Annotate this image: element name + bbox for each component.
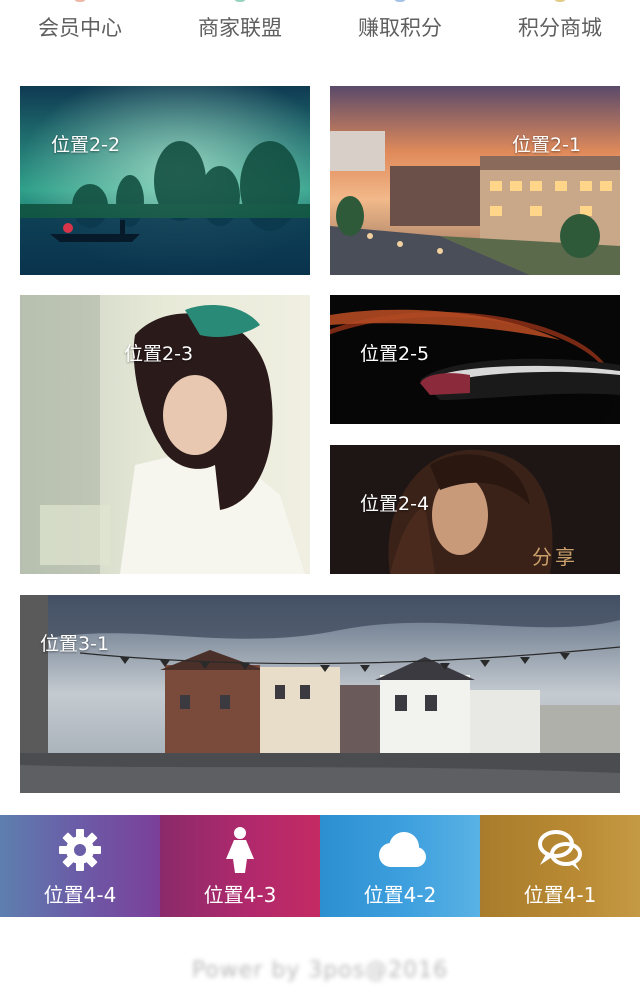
nav-earn-points[interactable]: 赚取积分 (320, 0, 480, 56)
lake-scene-image (20, 86, 310, 275)
feature-button-4-2[interactable]: 位置4-2 (320, 815, 480, 917)
share-stamp: 分享 (532, 545, 578, 569)
feature-button-4-1[interactable]: 位置4-1 (480, 815, 640, 917)
tile-position-2-4[interactable]: 位置2-4 分享 (330, 445, 620, 574)
person-icon (226, 827, 254, 873)
top-nav: 会员中心 商家联盟 赚取积分 积分商城 (0, 0, 640, 56)
nav-member-center[interactable]: 会员中心 (0, 0, 160, 56)
girl-portrait-image (20, 295, 310, 574)
tile-caption: 位置3-1 (40, 633, 110, 655)
tile-position-2-2[interactable]: 位置2-2 (20, 86, 310, 275)
tile-position-3-1[interactable]: 位置3-1 (20, 595, 620, 793)
tile-caption: 位置2-3 (124, 343, 194, 365)
nav-merchant-alliance[interactable]: 商家联盟 (160, 0, 320, 56)
footer-power-by: Power by 3pos@2016 (191, 958, 449, 983)
feature-button-4-4[interactable]: 位置4-4 (0, 815, 160, 917)
tile-position-2-1[interactable]: 位置2-1 (330, 86, 620, 275)
feature-label: 位置4-2 (363, 883, 437, 907)
tile-caption: 位置2-1 (512, 134, 582, 156)
feature-label: 位置4-3 (203, 883, 277, 907)
nav-points-mall[interactable]: 积分商城 (480, 0, 640, 56)
chat-bubbles-icon (538, 830, 582, 871)
feature-button-4-3[interactable]: 位置4-3 (160, 815, 320, 917)
tile-position-2-5[interactable]: 位置2-5 (330, 295, 620, 424)
town-street-image (330, 86, 620, 275)
feature-label: 位置4-1 (523, 883, 597, 907)
cloud-icon (379, 832, 426, 867)
feature-label: 位置4-4 (43, 883, 117, 907)
tile-caption: 位置2-2 (51, 134, 121, 156)
street-panorama-image (20, 595, 620, 793)
tile-caption: 位置2-4 (360, 493, 430, 515)
tile-position-2-3[interactable]: 位置2-3 (20, 295, 310, 574)
bottom-feature-bar: 位置4-4 位置4-3 位置4-2 位置4-1 (0, 815, 640, 917)
tile-caption: 位置2-5 (360, 343, 430, 365)
gear-icon (59, 829, 101, 871)
